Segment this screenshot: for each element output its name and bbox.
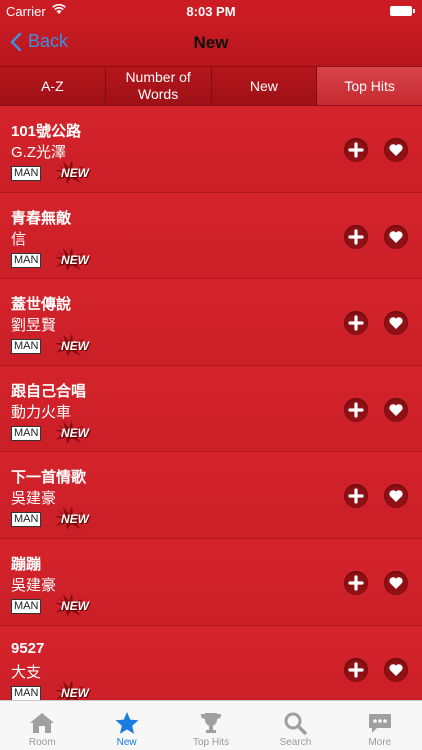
tabbar-item-room[interactable]: Room xyxy=(0,701,84,750)
tabbar-item-search[interactable]: Search xyxy=(253,701,337,750)
new-burst-icon: NEW xyxy=(54,160,94,184)
navigation-bar: Back New xyxy=(0,22,422,66)
new-burst-icon: NEW xyxy=(54,679,94,700)
favorite-button[interactable] xyxy=(384,138,408,162)
song-artist: 吳建豪 xyxy=(11,576,57,594)
favorite-button[interactable] xyxy=(384,224,408,249)
song-row[interactable]: 9527 大支 MAN NEW xyxy=(0,625,422,700)
tabbar-item-new[interactable]: New xyxy=(84,701,168,750)
song-artist: 信 xyxy=(11,230,27,248)
tab-number-of-words-label: Number of Words xyxy=(125,69,191,102)
tabbar-label-top-hits: Top Hits xyxy=(192,737,230,748)
tab-top-hits[interactable]: Top Hits xyxy=(317,67,422,105)
new-tag-label: NEW xyxy=(61,685,89,700)
page-title: New xyxy=(193,33,229,52)
song-artist: 動力火車 xyxy=(11,403,72,421)
new-burst-icon: NEW xyxy=(54,333,94,358)
segment-control: A-Z Number of Words New Top Hits xyxy=(0,66,422,106)
tabbar-item-top-hits[interactable]: Top Hits xyxy=(169,701,253,750)
new-burst-icon: NEW xyxy=(54,506,94,531)
voice-badge: MAN xyxy=(11,425,42,441)
new-burst-icon: NEW xyxy=(54,246,94,271)
plus-icon xyxy=(348,142,364,158)
magnifier-icon xyxy=(284,712,308,735)
new-tag-label: NEW xyxy=(61,598,89,613)
favorite-button[interactable] xyxy=(384,397,408,422)
tab-a-z[interactable]: A-Z xyxy=(0,67,106,105)
add-song-button[interactable] xyxy=(344,484,368,509)
song-row[interactable]: 青春無敵 信 MAN NEW xyxy=(0,192,422,280)
tabbar-label-room: Room xyxy=(28,737,56,748)
add-song-button[interactable] xyxy=(344,138,368,162)
add-song-button[interactable] xyxy=(344,311,368,336)
add-song-button[interactable] xyxy=(344,397,368,422)
status-time: 8:03 PM xyxy=(186,4,236,19)
voice-badge: MAN xyxy=(11,166,42,181)
voice-badge: MAN xyxy=(11,252,42,268)
song-row[interactable]: 101號公路 G.Z光澤 MAN NEW xyxy=(0,106,422,193)
house-icon xyxy=(30,713,55,733)
plus-icon xyxy=(348,575,364,591)
plus-icon xyxy=(348,661,364,678)
heart-icon xyxy=(389,403,403,416)
heart-icon xyxy=(389,490,403,503)
voice-badge: MAN xyxy=(11,512,42,528)
song-title: 蓋世傳說 xyxy=(11,296,72,314)
voice-badge: MAN xyxy=(11,685,42,700)
add-song-button[interactable] xyxy=(344,224,368,249)
battery-icon xyxy=(390,6,415,16)
tabbar-item-more[interactable]: More xyxy=(338,701,422,750)
favorite-button[interactable] xyxy=(384,657,408,682)
song-title: 下一首情歌 xyxy=(11,469,87,487)
song-artist: G.Z光澤 xyxy=(11,144,66,161)
voice-badge: MAN xyxy=(11,339,42,355)
song-artist: 大支 xyxy=(11,663,42,681)
heart-icon xyxy=(389,230,403,243)
song-title: 蹦蹦 xyxy=(11,555,42,573)
new-burst-icon: NEW xyxy=(54,419,94,444)
star-icon xyxy=(115,712,139,734)
tab-bar: Room New Top Hits Search More xyxy=(0,700,422,750)
song-title: 9527 xyxy=(11,639,45,657)
heart-icon xyxy=(389,577,403,589)
tabbar-label-new: New xyxy=(116,737,137,748)
new-tag-label: NEW xyxy=(61,252,89,267)
plus-icon xyxy=(348,228,364,245)
song-row[interactable]: 下一首情歌 吳建豪 MAN NEW xyxy=(0,452,422,539)
favorite-button[interactable] xyxy=(384,570,408,595)
plus-icon xyxy=(348,315,364,331)
new-burst-icon: NEW xyxy=(54,592,94,617)
add-song-button[interactable] xyxy=(344,570,368,595)
voice-badge: MAN xyxy=(11,598,42,614)
song-artist: 吳建豪 xyxy=(11,490,57,508)
new-tag-label: NEW xyxy=(61,339,89,354)
heart-icon xyxy=(389,144,403,156)
tabbar-label-search: Search xyxy=(279,737,312,748)
song-list: 101號公路 G.Z光澤 MAN NEW 青春無敵 信 MAN NEW 蓋世傳說… xyxy=(0,106,422,700)
tab-number-of-words[interactable]: Number of Words xyxy=(105,67,212,105)
trophy-icon xyxy=(200,713,222,733)
status-bar: Carrier 8:03 PM xyxy=(0,0,422,22)
new-tag-label: NEW xyxy=(61,512,89,527)
chat-bubble-icon xyxy=(368,714,391,733)
plus-icon xyxy=(348,488,364,504)
new-tag-label: NEW xyxy=(61,166,89,180)
song-artist: 劉昱賢 xyxy=(11,317,57,335)
heart-icon xyxy=(389,317,403,330)
song-title: 青春無敵 xyxy=(11,209,72,227)
heart-icon xyxy=(389,663,403,676)
favorite-button[interactable] xyxy=(384,484,408,509)
tab-new[interactable]: New xyxy=(211,67,318,105)
new-tag-label: NEW xyxy=(61,425,89,440)
song-row[interactable]: 蹦蹦 吳建豪 MAN NEW xyxy=(0,538,422,626)
song-title: 101號公路 xyxy=(11,123,82,140)
song-row[interactable]: 跟自己合唱 動力火車 MAN NEW xyxy=(0,365,422,453)
plus-icon xyxy=(348,402,364,418)
add-song-button[interactable] xyxy=(344,657,368,682)
song-title: 跟自己合唱 xyxy=(11,382,87,400)
tabbar-label-more: More xyxy=(368,737,392,748)
song-row[interactable]: 蓋世傳說 劉昱賢 MAN NEW xyxy=(0,279,422,366)
favorite-button[interactable] xyxy=(384,311,408,336)
